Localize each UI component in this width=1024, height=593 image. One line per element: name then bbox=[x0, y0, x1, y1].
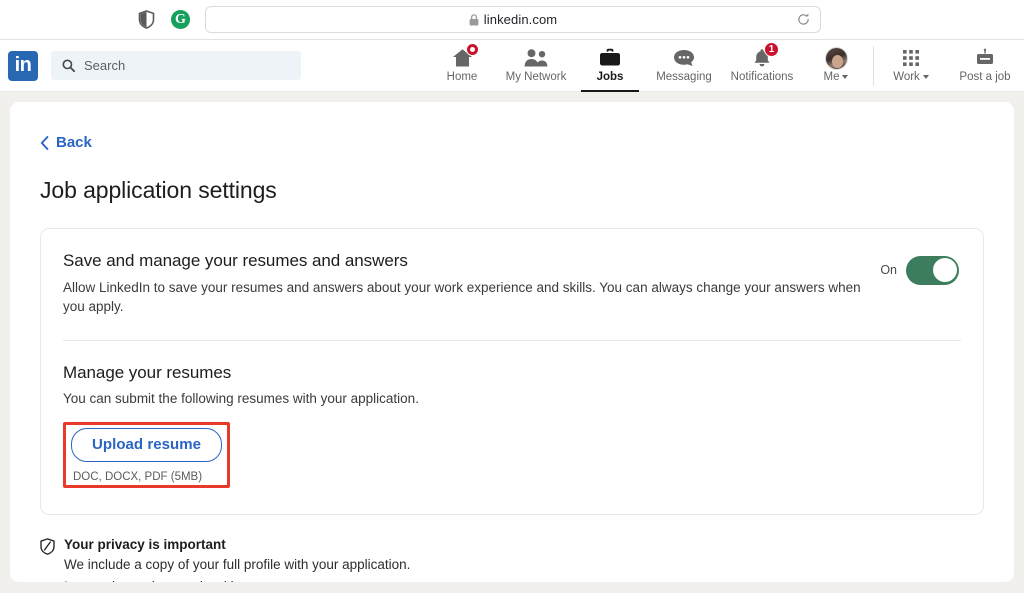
nav-item-notifications[interactable]: 1 Notifications bbox=[723, 40, 801, 92]
nav-label-work-text: Work bbox=[893, 71, 920, 83]
nav-item-work[interactable]: Work bbox=[876, 40, 946, 92]
search-input[interactable]: Search bbox=[51, 51, 301, 80]
nav-divider bbox=[873, 46, 874, 86]
active-tab-underline bbox=[581, 90, 639, 92]
home-icon bbox=[452, 47, 473, 69]
upload-resume-button[interactable]: Upload resume bbox=[71, 428, 222, 462]
search-icon bbox=[62, 59, 75, 72]
save-and-manage-section: Save and manage your resumes and answers… bbox=[63, 251, 961, 316]
url-bar[interactable]: linkedin.com bbox=[205, 6, 821, 33]
page-title: Job application settings bbox=[40, 177, 984, 204]
bell-icon: 1 bbox=[752, 47, 772, 69]
privacy-title: Your privacy is important bbox=[64, 537, 410, 552]
privacy-line-1: We include a copy of your full profile w… bbox=[64, 555, 410, 574]
nav-label-jobs: Jobs bbox=[597, 71, 624, 84]
learn-link[interactable]: Learn bbox=[64, 579, 101, 583]
file-type-hint: DOC, DOCX, PDF (5MB) bbox=[71, 471, 222, 483]
grammarly-icon[interactable]: G bbox=[171, 10, 190, 29]
nav-item-me[interactable]: Me bbox=[801, 40, 871, 92]
page-card: Back Job application settings Save and m… bbox=[10, 102, 1014, 582]
nav-item-jobs[interactable]: Jobs bbox=[575, 40, 645, 92]
back-label: Back bbox=[56, 134, 92, 151]
chevron-left-icon bbox=[40, 136, 49, 150]
privacy-section: Your privacy is important We include a c… bbox=[40, 537, 984, 583]
save-section-title: Save and manage your resumes and answers bbox=[63, 251, 961, 271]
privacy-line-2-rest: about what we do with your resume. bbox=[101, 579, 321, 583]
linkedin-navbar: in Search Home bbox=[0, 40, 1024, 92]
nav-label-me-text: Me bbox=[824, 71, 840, 83]
nav-items: Home My Network Jobs bbox=[427, 40, 1024, 92]
url-text: linkedin.com bbox=[484, 12, 557, 27]
browser-extension-icons: G bbox=[138, 10, 190, 29]
linkedin-logo[interactable]: in bbox=[8, 51, 38, 81]
page-wrapper: Back Job application settings Save and m… bbox=[0, 92, 1024, 592]
grid-icon bbox=[902, 47, 920, 69]
nav-label-my-network: My Network bbox=[506, 71, 567, 84]
nav-label-home: Home bbox=[447, 71, 478, 84]
avatar bbox=[825, 47, 848, 69]
save-resumes-toggle[interactable] bbox=[906, 256, 959, 285]
nav-item-messaging[interactable]: Messaging bbox=[645, 40, 723, 92]
shield-icon[interactable] bbox=[138, 10, 155, 29]
save-section-description: Allow LinkedIn to save your resumes and … bbox=[63, 278, 873, 316]
search-placeholder: Search bbox=[84, 58, 125, 73]
briefcase-icon bbox=[599, 47, 621, 69]
reload-icon[interactable] bbox=[797, 13, 810, 26]
home-badge bbox=[466, 43, 479, 56]
nav-label-post-a-job: Post a job bbox=[959, 71, 1010, 84]
manage-section-title: Manage your resumes bbox=[63, 363, 961, 383]
toggle-knob bbox=[933, 258, 957, 282]
manage-section-description: You can submit the following resumes wit… bbox=[63, 389, 873, 408]
save-toggle-row: On bbox=[880, 256, 959, 285]
nav-label-messaging: Messaging bbox=[656, 71, 712, 84]
people-icon bbox=[524, 47, 548, 69]
message-icon bbox=[673, 47, 695, 69]
privacy-text-block: Your privacy is important We include a c… bbox=[64, 537, 410, 583]
manage-resumes-section: Manage your resumes You can submit the f… bbox=[63, 341, 961, 514]
chevron-down-icon bbox=[842, 75, 848, 79]
privacy-line-2: Learn about what we do with your resume. bbox=[64, 577, 410, 583]
toggle-state-label: On bbox=[880, 263, 897, 277]
nav-item-post-a-job[interactable]: Post a job bbox=[946, 40, 1024, 92]
url-display: linkedin.com bbox=[469, 12, 557, 27]
nav-item-my-network[interactable]: My Network bbox=[497, 40, 575, 92]
chevron-down-icon bbox=[923, 75, 929, 79]
upload-resume-group: Upload resume DOC, DOCX, PDF (5MB) bbox=[63, 422, 230, 488]
browser-toolbar: G linkedin.com bbox=[0, 0, 1024, 40]
nav-label-work: Work bbox=[893, 71, 929, 84]
avatar-image bbox=[825, 47, 848, 70]
back-link[interactable]: Back bbox=[40, 134, 92, 151]
shield-icon bbox=[40, 538, 55, 555]
post-job-icon bbox=[975, 47, 995, 69]
nav-label-notifications: Notifications bbox=[731, 71, 794, 84]
settings-card: Save and manage your resumes and answers… bbox=[40, 228, 984, 515]
notifications-badge: 1 bbox=[764, 42, 779, 57]
lock-icon bbox=[469, 14, 479, 26]
nav-label-me: Me bbox=[824, 71, 849, 84]
nav-item-home[interactable]: Home bbox=[427, 40, 497, 92]
